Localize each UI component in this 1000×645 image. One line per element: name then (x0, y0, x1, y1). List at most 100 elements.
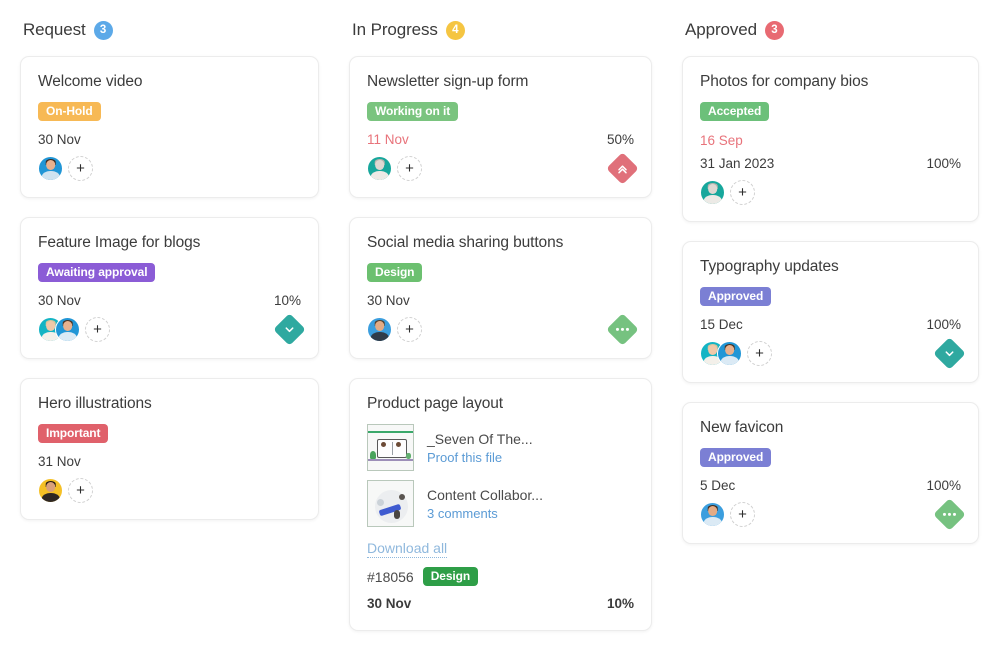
card-tag-row: Design (367, 263, 634, 282)
priority-high-icon[interactable] (606, 151, 639, 185)
due-date: 30 Nov (38, 132, 81, 147)
due-date: 31 Nov (38, 454, 81, 469)
attachment-name: _Seven Of The... (427, 430, 533, 447)
progress-percent: 10% (606, 596, 634, 611)
task-card[interactable]: Welcome video On-Hold 30 Nov + (20, 56, 319, 198)
status-badge[interactable]: Accepted (700, 102, 770, 121)
attachment-item[interactable]: _Seven Of The... Proof this file (367, 424, 634, 471)
ticket-tag-badge[interactable]: Design (422, 567, 479, 586)
attachment-text: _Seven Of The... Proof this file (427, 431, 533, 465)
ticket-id: #18056 (367, 568, 414, 585)
card-bottom-row: + (38, 154, 301, 182)
task-card[interactable]: New favicon Approved 5 Dec 100% + (682, 402, 979, 544)
status-badge[interactable]: Design (367, 263, 423, 282)
avatar[interactable] (367, 316, 392, 342)
column-title: Request (23, 20, 86, 39)
download-all-row: Download all (367, 536, 634, 567)
column-title: In Progress (352, 20, 438, 39)
card-tag-row: Working on it (367, 102, 634, 121)
card-meta-row: 30 Nov 10% (367, 596, 634, 611)
task-card[interactable]: Feature Image for blogs Awaiting approva… (20, 217, 319, 359)
card-tag-row: Accepted (700, 102, 961, 121)
card-bottom-row: + (367, 312, 639, 346)
proof-file-link[interactable]: Proof this file (427, 450, 533, 465)
avatar[interactable] (38, 155, 63, 181)
add-assignee-button[interactable]: + (68, 477, 93, 503)
status-badge[interactable]: Approved (700, 448, 772, 467)
avatar-group: + (367, 316, 422, 342)
task-card[interactable]: Product page layout _Seven Of The... Pro… (349, 378, 652, 631)
card-title: Hero illustrations (38, 395, 152, 412)
avatar[interactable] (38, 477, 63, 503)
card-bottom-row: + (700, 497, 966, 531)
due-date: 31 Jan 2023 (700, 156, 775, 171)
column-header-request: Request 3 (23, 18, 319, 42)
due-date: 15 Dec (700, 317, 743, 332)
priority-low-icon[interactable] (933, 336, 966, 370)
card-meta-row: 11 Nov 50% (367, 132, 634, 147)
alert-date-row: 16 Sep (700, 132, 961, 150)
add-assignee-button[interactable]: + (85, 316, 110, 342)
avatar[interactable] (717, 340, 742, 366)
ticket-row: #18056 Design (367, 567, 634, 586)
card-title: New favicon (700, 419, 784, 436)
card-tag-row: Approved (700, 287, 961, 306)
alert-date: 16 Sep (700, 133, 743, 148)
download-all-link[interactable]: Download all (367, 540, 448, 558)
add-assignee-button[interactable]: + (747, 340, 772, 366)
task-card[interactable]: Social media sharing buttons Design 30 N… (349, 217, 652, 359)
avatar[interactable] (700, 179, 725, 205)
card-bottom-row: + (367, 151, 639, 185)
card-title: Feature Image for blogs (38, 234, 201, 251)
add-assignee-button[interactable]: + (68, 155, 93, 181)
card-title: Photos for company bios (700, 73, 869, 90)
column-count-badge: 4 (445, 20, 465, 40)
card-bottom-row: + (38, 312, 306, 346)
card-meta-row: 15 Dec 100% (700, 317, 961, 332)
progress-percent: 10% (273, 293, 301, 308)
card-tag-row: On-Hold (38, 102, 301, 121)
status-badge[interactable]: Awaiting approval (38, 263, 156, 282)
comments-link[interactable]: 3 comments (427, 506, 543, 521)
status-badge[interactable]: Important (38, 424, 109, 443)
column-count-badge: 3 (93, 20, 113, 40)
progress-percent: 100% (926, 478, 961, 493)
status-badge[interactable]: Approved (700, 287, 772, 306)
attachment-item[interactable]: Content Collabor... 3 comments (367, 480, 634, 527)
card-tag-row: Important (38, 424, 301, 443)
priority-low-icon[interactable] (273, 312, 306, 346)
avatar[interactable] (55, 316, 80, 342)
chevron-down-icon (284, 324, 295, 335)
add-assignee-button[interactable]: + (730, 501, 755, 527)
card-title: Welcome video (38, 73, 143, 90)
status-badge[interactable]: Working on it (367, 102, 459, 121)
add-assignee-button[interactable]: + (397, 316, 422, 342)
kanban-column-request: Request 3 Welcome video On-Hold 30 Nov +… (0, 18, 333, 645)
card-tag-row: Awaiting approval (38, 263, 301, 282)
card-meta-row: 30 Nov 10% (38, 293, 301, 308)
task-card[interactable]: Typography updates Approved 15 Dec 100% (682, 241, 979, 383)
card-meta-row: 30 Nov (367, 293, 634, 308)
card-meta-row: 31 Jan 2023 100% (700, 156, 961, 171)
priority-medium-icon[interactable] (606, 312, 639, 346)
task-card[interactable]: Hero illustrations Important 31 Nov + (20, 378, 319, 520)
status-badge[interactable]: On-Hold (38, 102, 101, 121)
card-title: Product page layout (367, 395, 503, 412)
add-assignee-button[interactable]: + (730, 179, 755, 205)
column-title: Approved (685, 20, 757, 39)
due-date: 11 Nov (367, 132, 409, 147)
card-meta-row: 30 Nov (38, 132, 301, 147)
progress-percent: 100% (926, 156, 961, 171)
avatar[interactable] (700, 501, 725, 527)
priority-medium-icon[interactable] (933, 497, 966, 531)
task-card[interactable]: Photos for company bios Accepted 16 Sep … (682, 56, 979, 222)
kanban-column-approved: Approved 3 Photos for company bios Accep… (666, 18, 999, 645)
dots-icon (616, 327, 629, 331)
avatar[interactable] (367, 155, 392, 181)
chevrons-up-icon (617, 162, 629, 174)
column-header-in-progress: In Progress 4 (352, 18, 652, 42)
column-count-badge: 3 (764, 20, 784, 40)
task-card[interactable]: Newsletter sign-up form Working on it 11… (349, 56, 652, 198)
card-tag-row: Approved (700, 448, 961, 467)
add-assignee-button[interactable]: + (397, 155, 422, 181)
